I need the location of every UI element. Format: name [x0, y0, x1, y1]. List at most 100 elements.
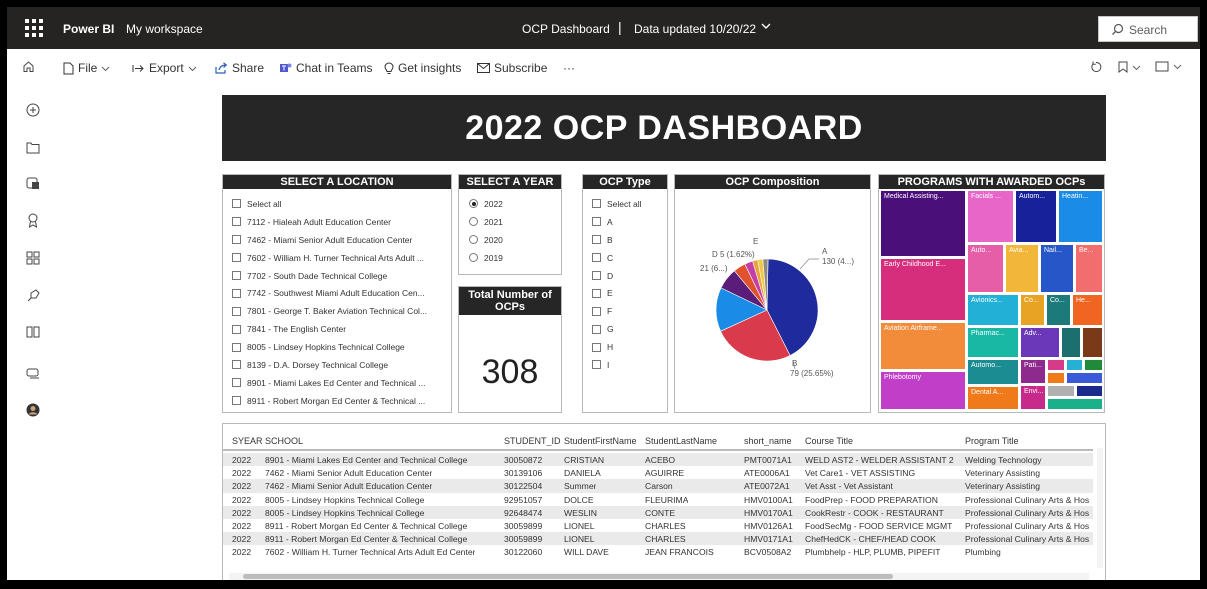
checkbox[interactable]	[232, 378, 241, 388]
table-row[interactable]: 2022 8901 - Miami Lakes Ed Center and Tec…	[223, 453, 1093, 467]
reset-icon[interactable]	[1090, 61, 1102, 73]
ocp-type-option[interactable]: E	[592, 284, 667, 302]
table-row[interactable]: 2022 8911 - Robert Morgan Ed Center & Tec…	[223, 532, 1093, 546]
radio-button[interactable]	[469, 217, 478, 227]
more-options-button[interactable]: ···	[563, 61, 575, 75]
treemap-tile[interactable]: Pharmac...	[967, 327, 1019, 358]
radio-button[interactable]	[469, 199, 478, 209]
treemap-tile[interactable]: Automo...	[967, 359, 1019, 385]
column-header[interactable]: Course Title	[805, 436, 853, 446]
checkbox[interactable]	[592, 271, 601, 280]
year-option[interactable]: 2022	[469, 195, 561, 213]
ocp-type-option[interactable]: B	[592, 231, 667, 249]
treemap-tile[interactable]	[1047, 372, 1065, 384]
radio-button[interactable]	[469, 235, 478, 245]
app-name[interactable]: Power BI	[63, 22, 114, 36]
column-header[interactable]: StudentFirstName	[564, 436, 637, 446]
create-icon[interactable]	[26, 103, 40, 122]
vertical-scrollbar[interactable]	[1097, 448, 1103, 568]
bookmark-icon[interactable]	[1118, 61, 1141, 73]
ocp-type-option[interactable]: F	[592, 302, 667, 320]
learn-icon[interactable]	[26, 325, 40, 343]
treemap-tile[interactable]	[1082, 327, 1103, 358]
data-updated-label[interactable]: Data updated 10/20/22	[634, 22, 756, 36]
treemap-tile[interactable]	[1066, 359, 1083, 371]
table-row[interactable]: 2022 7602 - William H. Turner Technical A…	[223, 545, 1093, 558]
column-header[interactable]: STUDENT_ID	[504, 436, 561, 446]
treemap-tile[interactable]: Envi...	[1020, 385, 1046, 410]
treemap-tile[interactable]	[1061, 327, 1081, 358]
subscribe-button[interactable]: Subscribe	[477, 61, 547, 75]
treemap-tile[interactable]: Early Childhood E...	[880, 258, 966, 321]
ocp-type-option[interactable]: D	[592, 267, 667, 285]
treemap-tile[interactable]	[1076, 385, 1103, 397]
app-launcher-icon[interactable]	[24, 18, 44, 38]
export-menu[interactable]: Export	[132, 61, 197, 75]
checkbox[interactable]	[232, 396, 241, 406]
checkbox[interactable]	[232, 199, 241, 209]
table-row[interactable]: 2022 8005 - Lindsey Hopkins Technical Col…	[223, 493, 1093, 506]
location-option[interactable]: 8139 - D.A. Dorsey Technical College	[232, 356, 451, 374]
checkbox[interactable]	[232, 342, 241, 352]
chat-in-teams-button[interactable]: Chat in Teams	[279, 61, 372, 75]
workspace-link[interactable]: My workspace	[126, 22, 203, 36]
treemap-tile[interactable]: Autom...	[1015, 190, 1057, 243]
checkbox[interactable]	[592, 306, 601, 316]
treemap-tile[interactable]	[1066, 372, 1103, 384]
location-option[interactable]: 8005 - Lindsey Hopkins Technical College	[232, 338, 451, 356]
checkbox[interactable]	[232, 324, 241, 334]
ocp-type-option[interactable]: G	[592, 320, 667, 338]
location-option[interactable]: 7841 - The English Center	[232, 320, 451, 338]
treemap-tile[interactable]: Heatin...	[1058, 190, 1103, 243]
treemap-tile[interactable]: Nail...	[1040, 244, 1074, 293]
checkbox[interactable]	[232, 360, 241, 370]
location-option[interactable]: 7801 - George T. Baker Aviation Technica…	[232, 302, 451, 320]
treemap-tile[interactable]: Avia...	[1005, 244, 1039, 293]
ocp-type-option[interactable]: H	[592, 338, 667, 356]
workspaces-icon[interactable]	[26, 367, 40, 385]
checkbox[interactable]	[232, 217, 241, 227]
table-row[interactable]: 2022 7462 - Miami Senior Adult Education …	[223, 479, 1093, 493]
checkbox[interactable]	[592, 235, 601, 245]
treemap-tile[interactable]: Medical Assisting...	[880, 190, 966, 257]
deployment-icon[interactable]	[26, 289, 40, 308]
treemap-tile[interactable]: Pati...	[1020, 359, 1046, 384]
metrics-icon[interactable]	[26, 213, 40, 233]
ocp-type-option[interactable]: A	[592, 213, 667, 231]
checkbox[interactable]	[232, 288, 241, 298]
checkbox[interactable]	[232, 306, 241, 316]
browse-icon[interactable]	[26, 141, 40, 159]
checkbox[interactable]	[592, 324, 601, 334]
apps-icon[interactable]	[26, 251, 40, 270]
location-option[interactable]: 8901 - Miami Lakes Ed Center and Technic…	[232, 374, 451, 392]
checkbox[interactable]	[592, 199, 601, 209]
ocp-type-option[interactable]: Select all	[592, 195, 667, 213]
checkbox[interactable]	[592, 342, 601, 352]
radio-button[interactable]	[469, 253, 478, 263]
treemap-tile[interactable]: Auto...	[967, 244, 1004, 293]
table-row[interactable]: 2022 8005 - Lindsey Hopkins Technical Col…	[223, 505, 1093, 519]
my-workspace-icon[interactable]	[26, 403, 40, 422]
treemap-tile[interactable]: Co...	[1046, 294, 1071, 326]
chevron-down-icon[interactable]	[760, 20, 772, 35]
table-row[interactable]: 2022 8911 - Robert Morgan Ed Center & Tec…	[223, 519, 1093, 532]
treemap-tile[interactable]: Facials ...	[967, 190, 1014, 243]
ocp-type-option[interactable]: I	[592, 356, 667, 374]
location-option[interactable]: 7702 - South Dade Technical College	[232, 267, 451, 285]
checkbox[interactable]	[232, 253, 241, 263]
location-option[interactable]: 7742 - Southwest Miami Adult Education C…	[232, 284, 451, 302]
treemap-tile[interactable]: He...	[1072, 294, 1103, 326]
home-icon[interactable]	[22, 60, 35, 73]
treemap-tile[interactable]: Aviation Airframe...	[880, 322, 966, 370]
treemap-tile[interactable]	[1084, 359, 1103, 371]
treemap-tile[interactable]: Dental A...	[967, 386, 1019, 410]
get-insights-button[interactable]: Get insights	[384, 61, 461, 75]
search-input[interactable]: Search	[1098, 16, 1198, 42]
location-option[interactable]: 8911 - Robert Morgan Ed Center & Technic…	[232, 392, 451, 410]
location-option[interactable]: 7462 - Miami Senior Adult Education Cent…	[232, 231, 451, 249]
pie-chart[interactable]: A 130 (4...) B 79 (25.65%) 21 (6...) D 5…	[675, 189, 870, 411]
column-header[interactable]: StudentLastName	[645, 436, 717, 446]
location-option[interactable]: 7602 - William H. Turner Technical Arts …	[232, 249, 451, 267]
treemap-tile[interactable]	[1047, 359, 1065, 371]
treemap-tile[interactable]: Adv...	[1020, 327, 1060, 358]
